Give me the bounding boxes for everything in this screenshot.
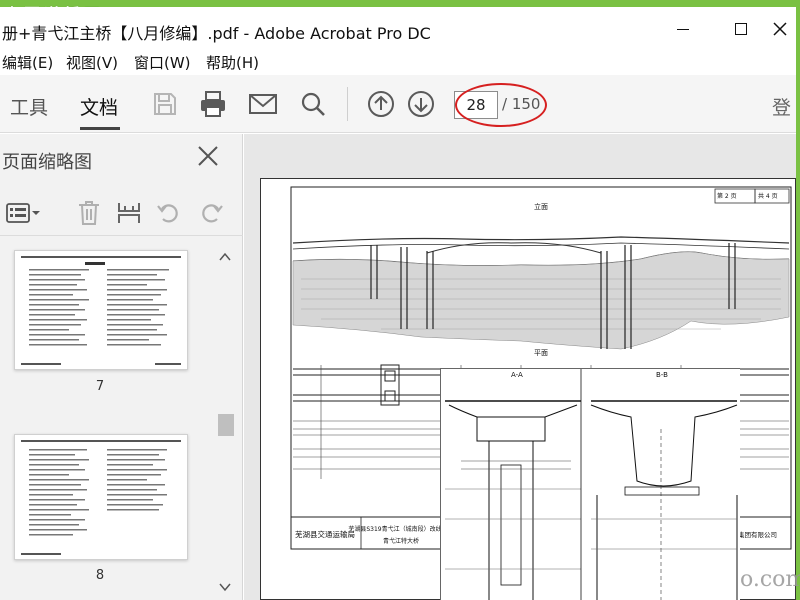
search-button[interactable]	[298, 89, 328, 119]
maximize-button[interactable]	[718, 16, 764, 42]
next-page-button[interactable]	[406, 89, 436, 119]
rotate-left-icon	[157, 204, 178, 223]
elevation-title: 立面	[534, 202, 548, 211]
toolbar-separator	[347, 87, 348, 121]
close-button[interactable]	[764, 16, 796, 42]
toolbar: 工具 文档 28 / 150 登	[0, 75, 796, 133]
menu-bar: 编辑(E) 视图(V) 窗口(W) 帮助(H)	[0, 45, 796, 75]
panel-toolbar	[0, 190, 243, 236]
tab-tools[interactable]: 工具	[10, 93, 48, 120]
search-icon	[301, 92, 325, 116]
rotate-left-button[interactable]	[154, 198, 184, 228]
scroll-down-icon[interactable]	[218, 580, 232, 594]
window-title: 册+青弋江主桥【八月修编】.pdf - Adobe Acrobat Pro DC	[2, 24, 431, 43]
section-a-label: A-A	[511, 371, 523, 379]
save-button[interactable]	[150, 89, 180, 119]
section-b-label: B-B	[656, 371, 668, 379]
title-block-project-1: 芜湖县S319青弋江（城南段）改线工程	[348, 525, 453, 533]
thumbnail-list: 7 8	[0, 238, 212, 600]
previous-page-icon	[368, 91, 394, 117]
extract-pages-button[interactable]	[114, 198, 144, 228]
delete-icon	[79, 201, 99, 225]
save-icon	[154, 93, 176, 115]
menu-edit[interactable]: 编辑(E)	[2, 52, 53, 73]
rotate-right-button[interactable]	[196, 198, 226, 228]
maximize-icon	[735, 23, 747, 35]
scroll-thumb[interactable]	[218, 414, 234, 436]
watermark-bottom: o.com	[740, 567, 800, 592]
page-header-left: 第 2 页	[717, 193, 737, 200]
thumbnail-scrollbar[interactable]	[214, 238, 236, 600]
login-button[interactable]: 登	[772, 93, 791, 120]
thumbnail-options-icon	[6, 203, 40, 223]
thumbnail-page-8[interactable]	[14, 434, 188, 560]
top-accent-stripe	[0, 0, 800, 7]
page-header-right: 共 4 页	[758, 193, 778, 200]
thumbnail-options-button[interactable]	[4, 198, 42, 228]
minimize-button[interactable]	[660, 16, 706, 42]
panel-title: 页面缩略图	[2, 152, 92, 173]
cross-section-overlay: A-A B-B	[440, 368, 740, 600]
thumbnail-label-7: 7	[95, 379, 105, 394]
close-icon	[198, 146, 218, 166]
close-icon	[773, 22, 787, 36]
title-block-project-2: 青弋江特大桥	[383, 537, 419, 545]
title-bar: 册+青弋江主桥【八月修编】.pdf - Adobe Acrobat Pro DC	[0, 7, 796, 45]
mail-button[interactable]	[248, 89, 278, 119]
panel-close-button[interactable]	[196, 144, 220, 168]
menu-window[interactable]: 窗口(W)	[134, 52, 191, 73]
minimize-icon	[677, 28, 689, 30]
page-highlight-annotation	[455, 83, 547, 127]
mail-icon	[249, 94, 277, 114]
print-icon	[201, 91, 225, 117]
delete-pages-button[interactable]	[74, 198, 104, 228]
plan-title: 平面	[534, 349, 548, 357]
next-page-icon	[408, 91, 434, 117]
print-button[interactable]	[198, 89, 228, 119]
rotate-right-icon	[202, 204, 223, 223]
thumbnail-panel: 页面缩略图 7 8	[0, 134, 243, 600]
thumbnail-page-7[interactable]	[14, 250, 188, 370]
cross-section-drawing: A-A B-B	[445, 369, 738, 600]
scroll-up-icon[interactable]	[218, 250, 232, 264]
title-block-org: 芜湖县交通运输局	[295, 529, 355, 539]
right-accent-stripe	[796, 0, 800, 600]
menu-help[interactable]: 帮助(H)	[206, 52, 259, 73]
tab-document[interactable]: 文档	[80, 93, 118, 120]
thumbnail-preview	[21, 256, 181, 365]
menu-view[interactable]: 视图(V)	[66, 52, 118, 73]
extract-icon	[118, 203, 140, 223]
previous-page-button[interactable]	[366, 89, 396, 119]
thumbnail-preview	[21, 440, 181, 555]
active-tab-indicator	[80, 127, 120, 130]
thumbnail-label-8: 8	[95, 568, 105, 583]
